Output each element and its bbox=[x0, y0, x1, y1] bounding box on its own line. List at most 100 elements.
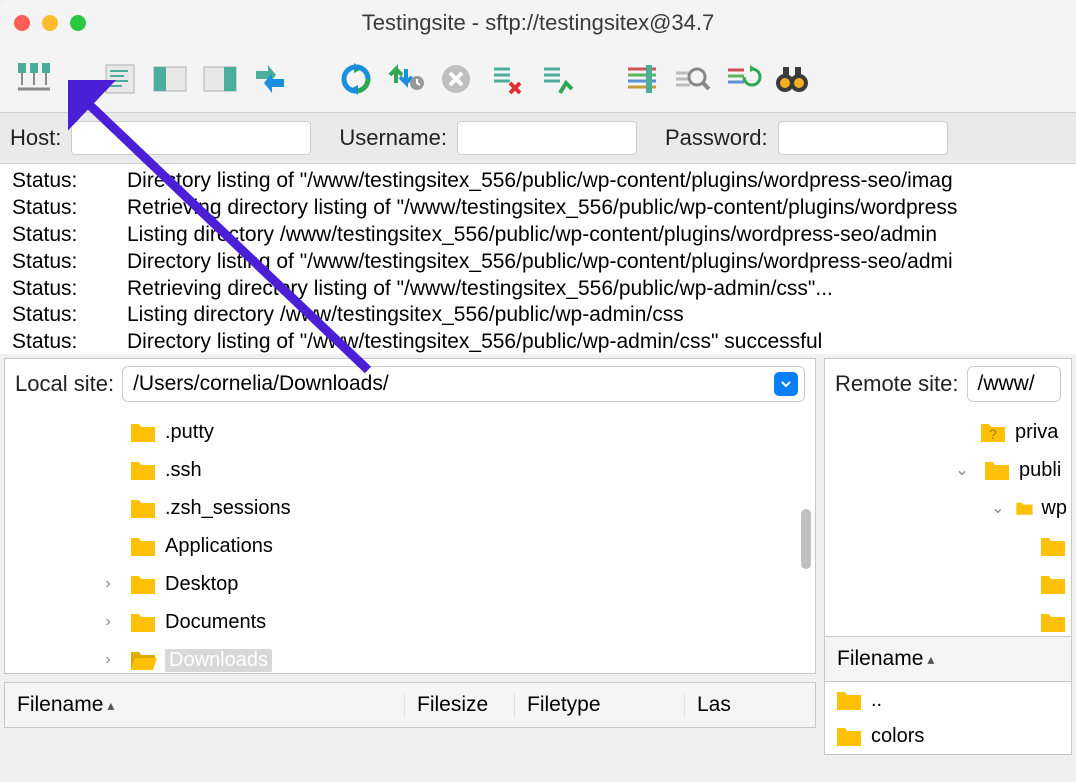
col-filename[interactable]: Filename▴ bbox=[5, 693, 405, 717]
log-line: Status:Retrieving directory listing of "… bbox=[12, 276, 1064, 303]
compare-icon bbox=[722, 59, 762, 99]
password-input[interactable] bbox=[778, 121, 948, 155]
folder-open-icon bbox=[129, 648, 157, 672]
list-item[interactable]: colors bbox=[825, 718, 1071, 754]
col-filetype[interactable]: Filetype bbox=[515, 693, 685, 717]
remote-pane: Remote site: /www/ ?priva ⌄publi ⌄wp bbox=[824, 358, 1072, 674]
folder-icon bbox=[129, 534, 157, 558]
process-queue-button[interactable] bbox=[382, 55, 430, 103]
password-label: Password: bbox=[665, 125, 768, 151]
tree-item[interactable]: ⌄wp bbox=[989, 489, 1067, 527]
log-line: Status:Retrieving directory listing of "… bbox=[12, 195, 1064, 222]
log-line: Status:Listing directory /www/testingsit… bbox=[12, 222, 1064, 249]
log-line: Status:Directory listing of "/www/testin… bbox=[12, 249, 1064, 276]
refresh-icon bbox=[336, 59, 376, 99]
expand-icon[interactable]: ⌄ bbox=[989, 498, 1007, 518]
binoculars-icon bbox=[772, 59, 812, 99]
maximize-window-button[interactable] bbox=[70, 15, 86, 31]
host-label: Host: bbox=[10, 125, 61, 151]
dropdown-icon bbox=[774, 372, 798, 396]
toolbar bbox=[0, 46, 1076, 112]
filter-icon bbox=[622, 59, 662, 99]
log-panel[interactable]: Status:Directory listing of "/www/testin… bbox=[0, 164, 1076, 354]
username-input[interactable] bbox=[457, 121, 637, 155]
toggle-queue-button[interactable] bbox=[246, 55, 294, 103]
log-line: Status:Directory listing of "/www/testin… bbox=[12, 329, 1064, 354]
remote-tree[interactable]: ?priva ⌄publi ⌄wp bbox=[825, 409, 1071, 673]
expand-icon[interactable]: › bbox=[95, 575, 121, 593]
local-path-text: /Users/cornelia/Downloads/ bbox=[133, 372, 389, 396]
remote-file-list[interactable]: .. colors bbox=[824, 682, 1072, 755]
col-filesize[interactable]: Filesize bbox=[405, 693, 515, 717]
folder-icon bbox=[983, 458, 1011, 482]
col-lastmod[interactable]: Las bbox=[685, 693, 815, 717]
local-file-header: Filename▴ Filesize Filetype Las bbox=[4, 682, 816, 728]
site-manager-button[interactable] bbox=[10, 55, 58, 103]
folder-icon bbox=[129, 610, 157, 634]
disconnect-button[interactable] bbox=[482, 55, 530, 103]
site-manager-icon bbox=[14, 59, 54, 99]
folder-icon bbox=[1039, 534, 1067, 558]
tree-item[interactable] bbox=[1039, 565, 1067, 603]
close-window-button[interactable] bbox=[14, 15, 30, 31]
toggle-remote-tree-button[interactable] bbox=[196, 55, 244, 103]
local-tree-icon bbox=[150, 59, 190, 99]
list-item[interactable]: .. bbox=[825, 682, 1071, 718]
remote-tree-icon bbox=[200, 59, 240, 99]
process-queue-icon bbox=[386, 59, 426, 99]
expand-icon[interactable]: ⌄ bbox=[949, 460, 975, 480]
log-line: Status:Listing directory /www/testingsit… bbox=[12, 302, 1064, 329]
folder-icon bbox=[129, 420, 157, 444]
local-tree[interactable]: .putty .ssh .zsh_sessions Applications ›… bbox=[5, 409, 815, 673]
tree-item[interactable]: .putty bbox=[95, 413, 811, 451]
bottom-row: Filename▴ Filesize Filetype Las Filename… bbox=[0, 682, 1076, 755]
reconnect-button[interactable] bbox=[532, 55, 580, 103]
folder-icon bbox=[129, 572, 157, 596]
tree-item[interactable]: ›Documents bbox=[95, 603, 811, 641]
folder-icon bbox=[1039, 610, 1067, 634]
tree-item[interactable]: ?priva bbox=[979, 413, 1067, 451]
expand-icon[interactable]: › bbox=[95, 651, 121, 669]
compare-button[interactable] bbox=[718, 55, 766, 103]
folder-icon bbox=[129, 458, 157, 482]
tree-item[interactable]: ⌄publi bbox=[949, 451, 1067, 489]
reconnect-icon bbox=[536, 59, 576, 99]
remote-site-label: Remote site: bbox=[835, 371, 959, 397]
folder-icon bbox=[835, 688, 863, 712]
toggle-log-button[interactable] bbox=[96, 55, 144, 103]
tree-item[interactable] bbox=[1039, 603, 1067, 641]
split-view: Local site: /Users/cornelia/Downloads/ .… bbox=[0, 354, 1076, 674]
folder-unknown-icon: ? bbox=[979, 420, 1007, 444]
folder-icon bbox=[1015, 496, 1034, 520]
tree-item[interactable]: .ssh bbox=[95, 451, 811, 489]
sort-caret-icon: ▴ bbox=[107, 697, 114, 714]
folder-icon bbox=[129, 496, 157, 520]
host-input[interactable] bbox=[71, 121, 311, 155]
window-controls bbox=[14, 15, 86, 31]
expand-icon[interactable]: › bbox=[95, 613, 121, 631]
scrollbar-thumb[interactable] bbox=[801, 509, 811, 569]
tree-item[interactable]: ›Downloads bbox=[95, 641, 811, 673]
tree-item[interactable]: ›Desktop bbox=[95, 565, 811, 603]
search-icon bbox=[672, 59, 712, 99]
cancel-icon bbox=[436, 59, 476, 99]
filter-button[interactable] bbox=[618, 55, 666, 103]
cancel-button[interactable] bbox=[432, 55, 480, 103]
queue-icon bbox=[250, 59, 290, 99]
tree-item[interactable]: Applications bbox=[95, 527, 811, 565]
titlebar: Testingsite - sftp://testingsitex@34.7 bbox=[0, 0, 1076, 46]
refresh-button[interactable] bbox=[332, 55, 380, 103]
svg-text:?: ? bbox=[989, 426, 997, 442]
tree-item[interactable] bbox=[1039, 527, 1067, 565]
binoculars-button[interactable] bbox=[768, 55, 816, 103]
log-icon bbox=[100, 59, 140, 99]
log-line: Status:Directory listing of "/www/testin… bbox=[12, 168, 1064, 195]
remote-path-combo[interactable]: /www/ bbox=[967, 366, 1062, 402]
toggle-local-tree-button[interactable] bbox=[146, 55, 194, 103]
username-label: Username: bbox=[339, 125, 447, 151]
search-button[interactable] bbox=[668, 55, 716, 103]
minimize-window-button[interactable] bbox=[42, 15, 58, 31]
window-title: Testingsite - sftp://testingsitex@34.7 bbox=[362, 10, 715, 36]
local-path-combo[interactable]: /Users/cornelia/Downloads/ bbox=[122, 366, 805, 402]
tree-item[interactable]: .zsh_sessions bbox=[95, 489, 811, 527]
